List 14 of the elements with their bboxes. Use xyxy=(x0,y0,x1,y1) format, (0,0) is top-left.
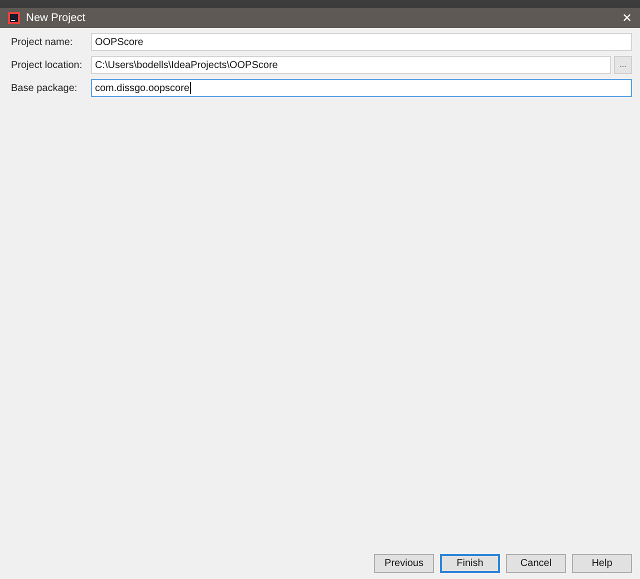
close-button[interactable]: ✕ xyxy=(622,12,632,24)
field-label: Project location: xyxy=(11,58,84,72)
field-label: Base package: xyxy=(11,82,78,96)
browse-button[interactable]: ... xyxy=(614,56,632,74)
window-title: New Project xyxy=(26,10,86,26)
dialog-button[interactable]: Cancel xyxy=(506,554,566,573)
text-field[interactable]: com.dissgo.oopscore xyxy=(91,79,632,97)
app-logo-icon xyxy=(8,12,20,24)
dialog-button[interactable]: Help xyxy=(572,554,632,573)
text-field[interactable]: C:\Users\bodells\IdeaProjects\OOPScore xyxy=(91,56,611,74)
dialog-button[interactable]: Previous xyxy=(374,554,434,573)
field-label: Project name: xyxy=(11,36,74,50)
text-field[interactable]: OOPScore xyxy=(91,33,632,51)
dialog-button[interactable]: Finish xyxy=(440,554,500,573)
